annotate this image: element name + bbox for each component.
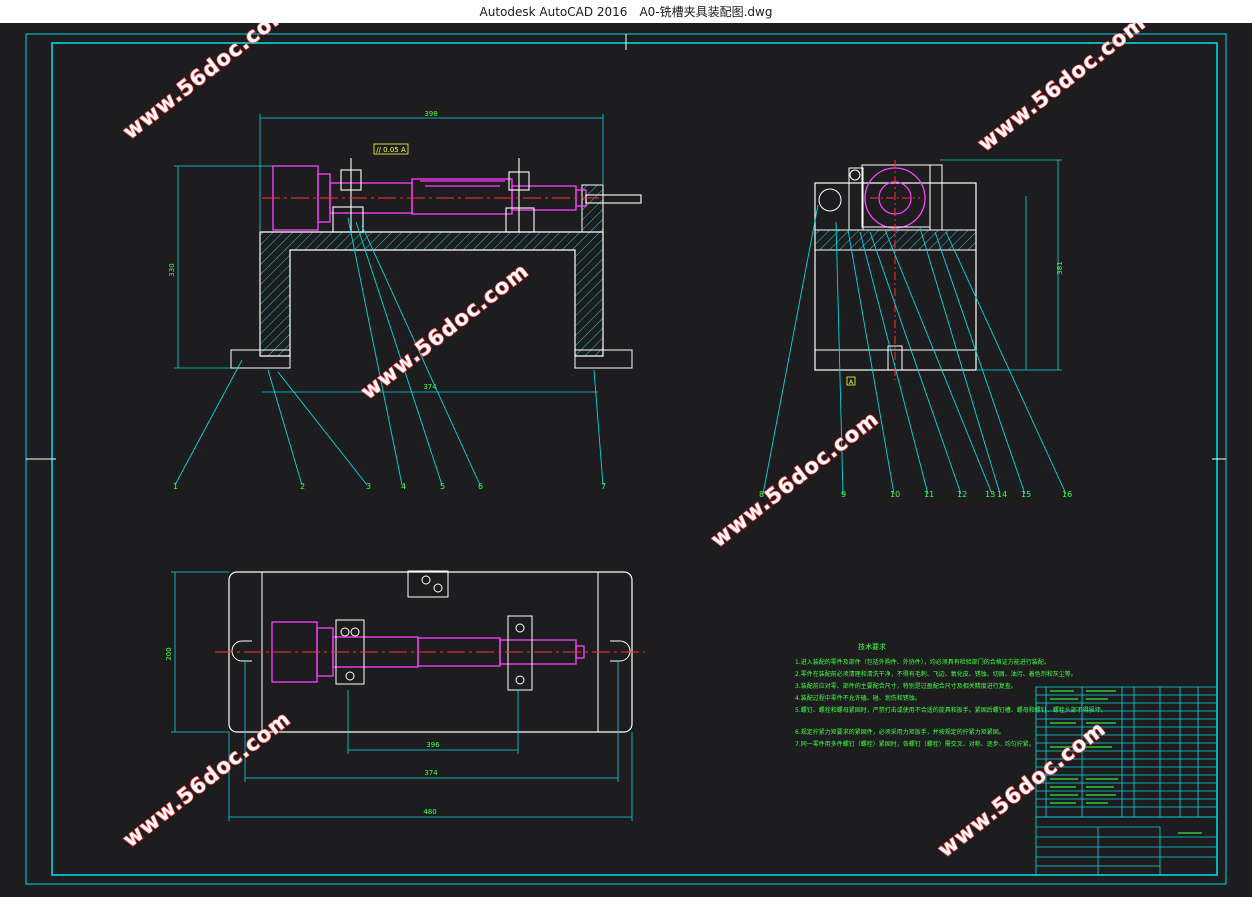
note-5: 5.螺钉、螺栓和螺母紧固时，严禁打击或使用不合适的旋具和扳手。紧固后螺钉槽、螺母… bbox=[795, 706, 1107, 714]
callout-1: 1 bbox=[173, 482, 178, 491]
callout-10: 10 bbox=[890, 490, 900, 499]
front-view[interactable]: 398 330 374 // 0.05 A 1 2 3 4 5 6 7 bbox=[168, 110, 642, 491]
watermark-1: www.56doc.com bbox=[118, 23, 295, 144]
callout-13: 13 bbox=[985, 490, 995, 499]
dim-height: 330 bbox=[168, 263, 176, 276]
dim-top: 398 bbox=[424, 110, 437, 118]
callout-15: 15 bbox=[1021, 490, 1031, 499]
top-view[interactable]: 200 396 374 480 bbox=[165, 570, 645, 821]
window-titlebar: Autodesk AutoCAD 2016 A0-铣槽夹具装配图.dwg bbox=[0, 0, 1252, 23]
note-2: 2.零件在装配前必须清理和清洗干净，不得有毛刺、飞边、氧化皮、锈蚀、切屑、油污、… bbox=[795, 670, 1077, 678]
watermark-6: www.56doc.com bbox=[933, 716, 1110, 862]
top-dim-inner: 396 bbox=[426, 741, 440, 749]
cad-drawing[interactable]: 398 330 374 // 0.05 A 1 2 3 4 5 6 7 381 … bbox=[0, 0, 1252, 892]
file-name: A0-铣槽夹具装配图.dwg bbox=[639, 5, 773, 19]
app-name: Autodesk AutoCAD 2016 bbox=[479, 4, 628, 19]
tolerance-box: // 0.05 A bbox=[376, 146, 406, 154]
callout-4: 4 bbox=[401, 482, 406, 491]
callout-9: 9 bbox=[841, 490, 846, 499]
notes-title: 技术要求 bbox=[858, 642, 886, 651]
note-1: 1.进入装配的零件及部件（包括外购件、外协件），均必须具有检验部门的合格证方能进… bbox=[795, 658, 1050, 666]
watermark-4: www.56doc.com bbox=[706, 406, 883, 552]
callout-11: 11 bbox=[924, 490, 934, 499]
callout-12: 12 bbox=[957, 490, 967, 499]
callout-3: 3 bbox=[366, 482, 371, 491]
note-6: 6.规定拧紧力矩要求的紧固件，必须采用力矩扳手，并按规定的拧紧力矩紧固。 bbox=[795, 728, 1005, 736]
callout-14: 14 bbox=[997, 490, 1007, 499]
callout-7: 7 bbox=[601, 482, 606, 491]
drawing-canvas[interactable]: 398 330 374 // 0.05 A 1 2 3 4 5 6 7 381 … bbox=[0, 0, 1252, 892]
watermarks: www.56doc.com www.56doc.com www.56doc.co… bbox=[118, 0, 1151, 863]
callout-2: 2 bbox=[300, 482, 305, 491]
side-dim-height: 381 bbox=[1056, 261, 1064, 274]
watermark-5: www.56doc.com bbox=[118, 706, 295, 852]
note-3: 3.装配前应对零、部件的主要配合尺寸，特别是过盈配合尺寸及相关精度进行复查。 bbox=[795, 682, 1017, 690]
callout-5: 5 bbox=[440, 482, 445, 491]
callout-6: 6 bbox=[478, 482, 483, 491]
top-dim-outer: 480 bbox=[423, 808, 436, 816]
callout-16: 16 bbox=[1062, 490, 1072, 499]
title-block[interactable] bbox=[1035, 686, 1218, 876]
note-4: 4.装配过程中零件不允许磕、碰、划伤和锈蚀。 bbox=[795, 694, 921, 702]
side-view[interactable]: 381 A 8 9 10 11 12 13 14 15 16 bbox=[759, 159, 1072, 499]
top-dim-height: 200 bbox=[165, 647, 173, 660]
top-dim-mid: 374 bbox=[424, 769, 438, 777]
watermark-3: www.56doc.com bbox=[356, 258, 533, 404]
note-7: 7.同一零件用多件螺钉（螺栓）紧固时，各螺钉（螺栓）需交叉、对称、逐步、均匀拧紧… bbox=[795, 740, 1035, 748]
